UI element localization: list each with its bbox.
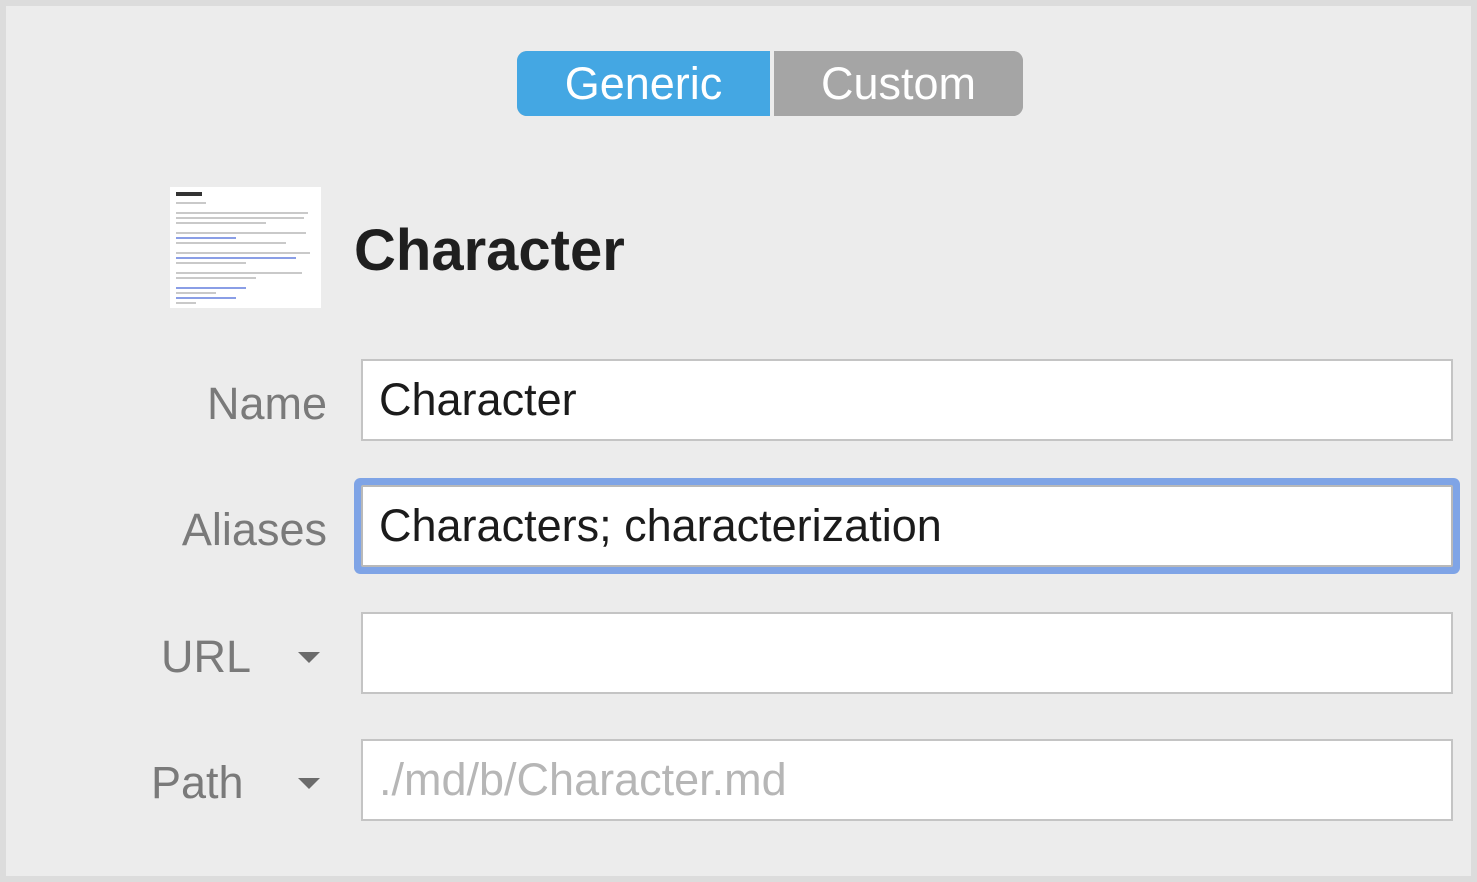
url-type-dropdown[interactable]: URL (161, 631, 251, 683)
document-title: Character (354, 218, 625, 283)
tab-custom[interactable]: Custom (774, 51, 1023, 116)
tab-generic[interactable]: Generic (517, 51, 770, 116)
name-field[interactable] (361, 359, 1453, 441)
inspector-panel: Generic Custom Character Name Aliases UR… (6, 6, 1471, 876)
mode-segmented-control: Generic Custom (517, 51, 1023, 116)
document-thumbnail (170, 187, 321, 308)
url-field[interactable] (361, 612, 1453, 694)
path-field[interactable] (361, 739, 1453, 821)
url-chevron-down-icon[interactable] (298, 652, 320, 663)
name-label: Name (206, 378, 327, 429)
path-chevron-down-icon[interactable] (298, 778, 320, 789)
aliases-field[interactable] (361, 485, 1453, 567)
aliases-label: Aliases (181, 504, 327, 555)
path-type-dropdown[interactable]: Path (151, 757, 244, 809)
